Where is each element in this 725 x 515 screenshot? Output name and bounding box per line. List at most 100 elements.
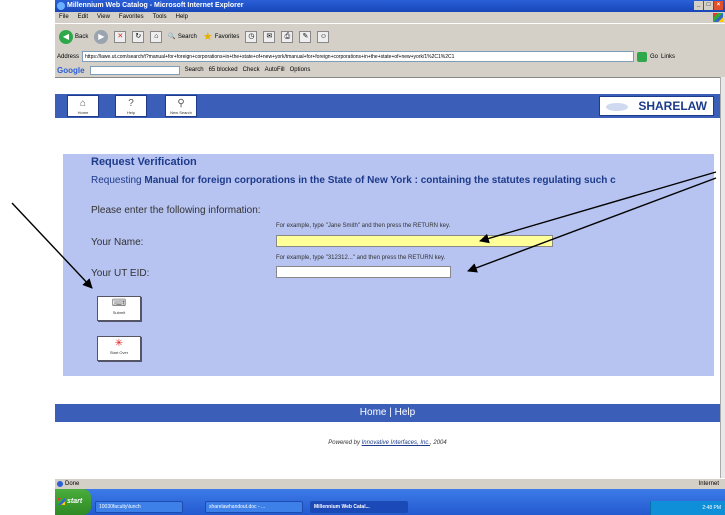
menu-file[interactable]: File <box>59 12 69 22</box>
address-input[interactable]: https://lawe.ut.com/search/t?manual+for+… <box>82 51 635 62</box>
messenger-icon: ☺ <box>317 30 330 43</box>
security-zone: Internet <box>698 481 719 487</box>
links-label[interactable]: Links <box>661 54 675 60</box>
start-over-button[interactable]: ✳ Start Over <box>97 336 141 361</box>
magnifier-icon: ⚲ <box>177 98 185 109</box>
search-label: Search <box>177 33 197 40</box>
requested-item-title: Manual for foreign corporations in the S… <box>144 175 616 186</box>
close-button[interactable]: × <box>714 1 723 10</box>
edit-icon: ✎ <box>299 30 312 43</box>
status-text: Done <box>65 481 80 487</box>
menu-tools[interactable]: Tools <box>153 12 167 22</box>
windows-taskbar: start 10030faculty\lunch sharelawhandout… <box>55 489 725 515</box>
taskbar-item-browser[interactable]: Millennium Web Catal... <box>310 501 408 513</box>
go-label[interactable]: Go <box>650 54 658 60</box>
name-hint: For example, type "Jane Smith" and then … <box>276 223 451 229</box>
mail-icon: ✉ <box>263 30 276 43</box>
start-over-icon: ✳ <box>114 338 124 349</box>
eid-hint: For example, type "312312..." and then p… <box>276 255 446 261</box>
home-icon: ⌂ <box>150 30 163 43</box>
back-arrow-icon: ◀ <box>59 29 73 44</box>
screenshot-stage: Millennium Web Catalog - Microsoft Inter… <box>0 0 725 515</box>
system-tray: 2:48 PM <box>650 501 725 515</box>
forward-button[interactable]: ▶ <box>94 29 109 44</box>
menu-bar: File Edit View Favorites Tools Help <box>55 12 725 22</box>
footer-separator: | <box>389 407 392 418</box>
options-button[interactable]: Options <box>290 67 311 73</box>
menu-favorites[interactable]: Favorites <box>119 12 144 22</box>
request-verification-panel: Request Verification Requesting Manual f… <box>63 154 714 376</box>
refresh-icon: ↻ <box>132 30 145 43</box>
submit-label: Submit <box>112 310 126 315</box>
start-label: start <box>67 498 83 505</box>
home-toolbar-button[interactable]: ⌂ <box>150 30 163 43</box>
question-icon: ? <box>128 98 134 109</box>
new-search-nav-button[interactable]: ⚲ New Search <box>165 95 197 117</box>
taskbar-item-folder[interactable]: 10030faculty\lunch <box>95 501 183 513</box>
innovative-interfaces-link[interactable]: Innovative Interfaces, Inc. <box>362 440 430 446</box>
search-button[interactable]: 🔍 Search <box>168 33 197 41</box>
start-over-label: Start Over <box>109 350 129 355</box>
eid-field[interactable] <box>276 266 451 278</box>
submit-icon: ⌨ <box>111 298 127 309</box>
favorites-label: Favorites <box>214 33 240 40</box>
start-button[interactable]: start <box>55 489 91 515</box>
messenger-button[interactable]: ☺ <box>317 30 330 43</box>
windows-logo-icon <box>713 13 723 22</box>
vertical-scrollbar[interactable] <box>720 77 725 478</box>
stop-icon: ✕ <box>114 30 127 43</box>
footer-bar: Home | Help <box>55 404 720 422</box>
clock: 2:48 PM <box>702 505 721 511</box>
new-search-nav-label: New Search <box>170 110 192 115</box>
title-bar: Millennium Web Catalog - Microsoft Inter… <box>55 0 725 12</box>
help-nav-button[interactable]: ? Help <box>115 95 147 117</box>
spell-check-button[interactable]: Check <box>243 67 260 73</box>
autofill-button[interactable]: AutoFill <box>265 67 285 73</box>
google-logo[interactable]: Google <box>57 66 85 75</box>
history-button[interactable]: ◷ <box>245 30 258 43</box>
window-title: Millennium Web Catalog - Microsoft Inter… <box>67 2 244 9</box>
favorites-star-icon: ★ <box>202 31 213 43</box>
back-button[interactable]: ◀ Back <box>59 29 89 44</box>
menu-help[interactable]: Help <box>176 12 188 22</box>
catalog-header-bar: ⌂ Home ? Help ⚲ New Search SHARELAW <box>55 94 720 118</box>
submit-button[interactable]: ⌨ Submit <box>97 296 141 321</box>
house-icon: ⌂ <box>79 98 87 109</box>
requesting-prefix: Requesting <box>91 175 142 186</box>
window-controls: _ □ × <box>694 1 723 10</box>
home-nav-label: Home <box>77 110 89 115</box>
footer-help-link[interactable]: Help <box>395 407 416 418</box>
favorites-button[interactable]: ★ Favorites <box>203 30 240 43</box>
requesting-text: Requesting Manual for foreign corporatio… <box>91 175 691 186</box>
help-nav-label: Help <box>126 110 136 115</box>
refresh-button[interactable]: ↻ <box>132 30 145 43</box>
google-toolbar: Google Search 65 blocked Check AutoFill … <box>55 64 725 76</box>
edit-button[interactable]: ✎ <box>299 30 312 43</box>
mail-button[interactable]: ✉ <box>263 30 276 43</box>
footer-home-link[interactable]: Home <box>360 407 387 418</box>
name-label: Your Name: <box>91 237 144 248</box>
taskbar-item-word[interactable]: sharelawhandout.doc - ... <box>205 501 303 513</box>
stop-button[interactable]: ✕ <box>114 30 127 43</box>
minimize-button[interactable]: _ <box>694 1 703 10</box>
form-title: Request Verification <box>91 156 197 168</box>
print-icon: ⎙ <box>281 30 294 43</box>
google-search-input[interactable] <box>89 65 180 75</box>
browser-toolbar: ◀ Back ▶ ✕ ↻ ⌂ 🔍 Search ★ Favorites ◷ ✉ … <box>55 23 725 49</box>
menu-edit[interactable]: Edit <box>78 12 88 22</box>
maximize-button[interactable]: □ <box>704 1 713 10</box>
ie-icon <box>57 2 65 10</box>
print-button[interactable]: ⎙ <box>281 30 294 43</box>
menu-view[interactable]: View <box>97 12 110 22</box>
back-label: Back <box>75 33 89 40</box>
instructions-text: Please enter the following information: <box>91 205 261 216</box>
popup-blocked-count[interactable]: 65 blocked <box>209 67 238 73</box>
search-icon: 🔍 <box>168 34 176 40</box>
google-search-button[interactable]: Search <box>185 67 204 73</box>
address-label: Address <box>57 53 80 60</box>
go-arrow-icon[interactable] <box>637 51 648 62</box>
home-nav-button[interactable]: ⌂ Home <box>67 95 99 117</box>
powered-prefix: Powered by <box>328 440 360 446</box>
powered-year: 2004 <box>433 440 447 446</box>
name-field[interactable] <box>276 235 553 247</box>
